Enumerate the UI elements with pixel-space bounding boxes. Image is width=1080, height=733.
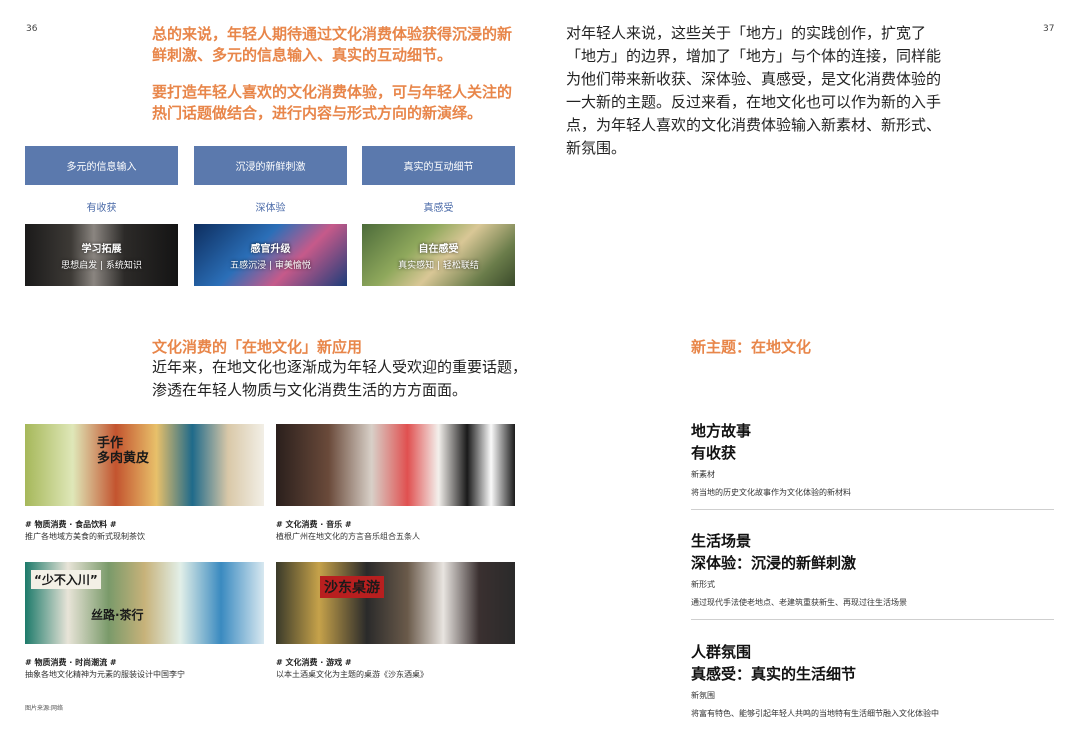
- case-tag: # 文化消费 · 游戏 #: [276, 658, 352, 667]
- pillar-label-experience: 深体验: [255, 203, 286, 214]
- summary-paragraph-2: 要打造年轻人喜欢的文化消费体验，可与年轻人关注的热门话题做结合，进行内容与形式方…: [152, 83, 513, 122]
- case-tag: # 物质消费 · 食品饮料 #: [25, 520, 117, 529]
- case-photo-fashion: “少不入川” 丝路·茶行: [25, 562, 264, 644]
- theme-keyword: 新素材: [691, 470, 715, 479]
- case-tag: # 文化消费 · 音乐 #: [276, 520, 352, 529]
- case-description: 推广各地域方美食的新式现制茶饮: [25, 532, 145, 541]
- pillar-image-learning: 学习拓展 思想启发 | 系统知识: [25, 224, 178, 286]
- divider: [691, 619, 1054, 620]
- theme-keyword: 新氛围: [691, 691, 715, 700]
- pillar-image-title: 自在感受: [418, 243, 459, 255]
- section-title: 文化消费的「在地文化」新应用: [152, 338, 363, 356]
- pillar-image-title: 学习拓展: [81, 243, 122, 255]
- photo-overlay-text: “少不入川”: [31, 570, 101, 589]
- case-photo-music: [276, 424, 515, 506]
- theme-description: 通过现代手法使老地点、老建筑重获新生、再现过往生活场景: [691, 598, 907, 607]
- pillar-image-title: 感官升级: [250, 243, 291, 255]
- case-tag: # 物质消费 · 时尚潮流 #: [25, 658, 117, 667]
- section-description: 近年来，在地文化也逐渐成为年轻人受欢迎的重要话题，渗透在年轻人物质与文化消费生活…: [152, 358, 528, 399]
- summary-paragraph-1: 总的来说，年轻人期待通过文化消费体验获得沉浸的新鲜刺激、多元的信息输入、真实的互…: [152, 25, 513, 64]
- pillar-image-ease: 自在感受 真实感知 | 轻松联结: [362, 224, 515, 286]
- page-number-right: 37: [1043, 24, 1055, 34]
- pillar-image-sensory: 感官升级 五感沉浸 | 审美愉悦: [194, 224, 347, 286]
- divider: [691, 509, 1054, 510]
- case-photo-boardgame: 沙东桌游: [276, 562, 515, 644]
- pillar-box-stimulus: 沉浸的新鲜刺激: [194, 146, 347, 185]
- theme-keyword: 新形式: [691, 580, 715, 589]
- theme-heading: 人群氛围: [691, 643, 752, 661]
- theme-subheading: 深体验：沉浸的新鲜刺激: [691, 554, 857, 572]
- right-intro-paragraph: 对年轻人来说，这些关于「地方」的实践创作，扩宽了「地方」的边界，增加了「地方」与…: [566, 24, 942, 157]
- theme-subheading: 有收获: [691, 444, 737, 462]
- pillar-label-gain: 有收获: [86, 203, 117, 214]
- theme-subheading: 真感受：真实的生活细节: [691, 665, 857, 683]
- pillar-image-subtitle: 思想启发 | 系统知识: [61, 260, 142, 271]
- pillar-label-feeling: 真感受: [423, 203, 454, 214]
- case-description: 植根广州在地文化的方言音乐组合五条人: [276, 532, 420, 541]
- case-photo-tea: 手作 多肉黄皮: [25, 424, 264, 506]
- theme-block-scene: 生活场景 深体验：沉浸的新鲜刺激 新形式 通过现代手法使老地点、老建筑重获新生、…: [691, 530, 1056, 608]
- case-description: 抽象各地文化精神为元素的服装设计中国李宁: [25, 670, 185, 679]
- theme-block-story: 地方故事 有收获 新素材 将当地的历史文化故事作为文化体验的新材料: [691, 420, 1056, 498]
- image-source-note: 图片来源:网络: [25, 705, 64, 712]
- pillar-image-subtitle: 五感沉浸 | 审美愉悦: [230, 260, 311, 271]
- theme-block-atmosphere: 人群氛围 真感受：真实的生活细节 新氛围 将富有特色、能够引起年轻人共鸣的当地特…: [691, 641, 1056, 719]
- photo-overlay-text: 手作 多肉黄皮: [97, 436, 150, 466]
- photo-overlay-text: 丝路·茶行: [91, 608, 144, 622]
- page-number-left: 36: [26, 24, 38, 34]
- theme-heading: 生活场景: [691, 532, 752, 550]
- pillar-image-subtitle: 真实感知 | 轻松联结: [398, 260, 479, 271]
- theme-description: 将当地的历史文化故事作为文化体验的新材料: [691, 488, 851, 497]
- case-description: 以本土酒桌文化为主题的桌游《沙东酒桌》: [276, 670, 428, 679]
- theme-description: 将富有特色、能够引起年轻人共鸣的当地特有生活细节融入文化体验中: [691, 709, 939, 718]
- pillar-box-info: 多元的信息输入: [25, 146, 178, 185]
- new-theme-title: 新主题：在地文化: [691, 338, 812, 356]
- photo-overlay-text: 沙东桌游: [320, 576, 384, 598]
- theme-heading: 地方故事: [691, 422, 752, 440]
- pillar-box-details: 真实的互动细节: [362, 146, 515, 185]
